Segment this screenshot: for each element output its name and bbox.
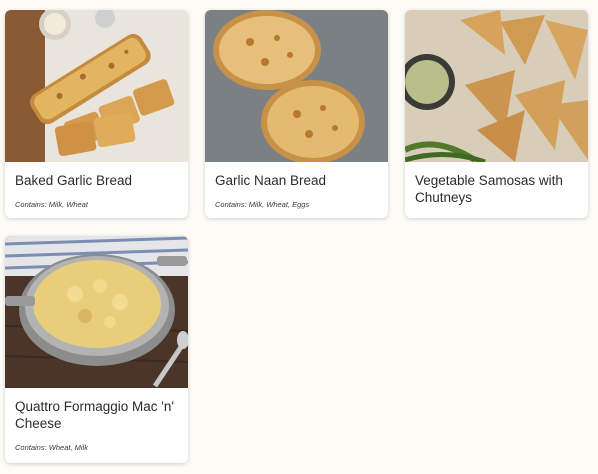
menu-item-title[interactable]: Baked Garlic Bread xyxy=(15,172,178,189)
menu-card-vegetable-samosas[interactable]: Vegetable Samosas with Chutneys xyxy=(405,10,588,218)
menu-item-title[interactable]: Quattro Formaggio Mac 'n' Cheese xyxy=(15,398,178,432)
menu-card-baked-garlic-bread[interactable]: Baked Garlic Bread Contains: Milk, Wheat xyxy=(5,10,188,218)
menu-item-title[interactable]: Vegetable Samosas with Chutneys xyxy=(415,172,578,206)
menu-card-mac-n-cheese[interactable]: Quattro Formaggio Mac 'n' Cheese Contain… xyxy=(5,236,188,463)
allergen-info: Contains: Wheat, Milk xyxy=(15,443,88,452)
allergen-info: Contains: Milk, Wheat xyxy=(15,200,88,209)
menu-card-garlic-naan-bread[interactable]: Garlic Naan Bread Contains: Milk, Wheat,… xyxy=(205,10,388,218)
vegetable-samosas-image xyxy=(405,10,588,162)
menu-item-title[interactable]: Garlic Naan Bread xyxy=(215,172,378,189)
garlic-naan-bread-image xyxy=(205,10,388,162)
baked-garlic-bread-image xyxy=(5,10,188,162)
allergen-info: Contains: Milk, Wheat, Eggs xyxy=(215,200,310,209)
mac-n-cheese-image xyxy=(5,236,188,388)
